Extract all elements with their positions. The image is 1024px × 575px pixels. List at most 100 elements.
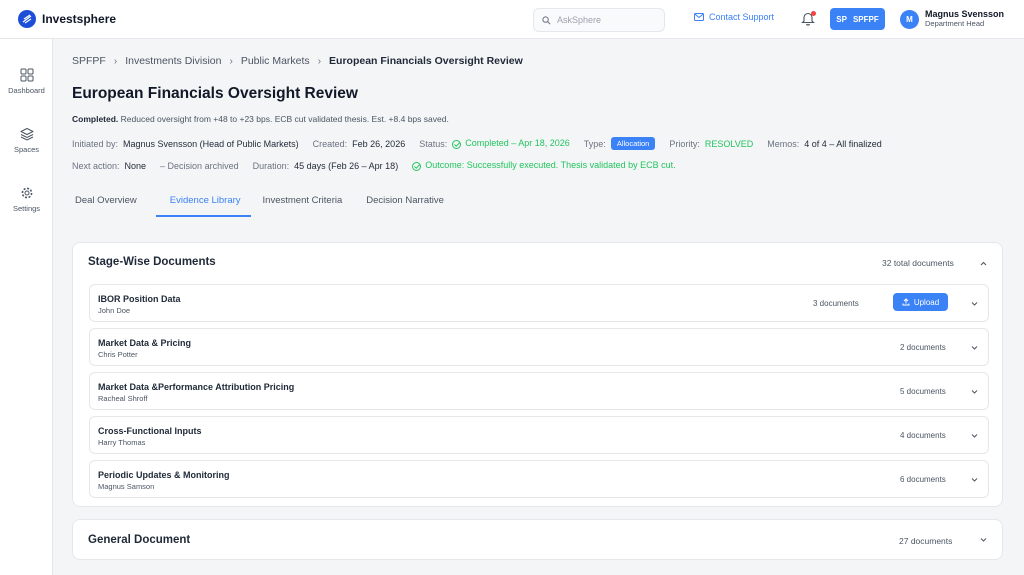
space-switcher-button[interactable]: SP SPFPF [830,8,885,30]
duration-value: 45 days (Feb 26 – Apr 18) [294,160,399,171]
top-header: Investsphere Contact Support SP SPFPF M … [0,0,1024,39]
breadcrumb-item[interactable]: Investments Division [125,55,221,67]
search-box[interactable] [533,8,665,32]
type-badge: Allocation [610,137,656,150]
summary-detail: Reduced oversight from +48 to +23 bps. E… [120,114,449,124]
breadcrumb-item[interactable]: Public Markets [241,55,310,67]
tab-evidence-library[interactable]: Evidence Library [155,193,251,217]
document-group-count: 3 documents [813,299,859,308]
upload-icon [902,298,910,306]
stage-wise-documents-card: Stage-Wise Documents 32 total documents … [72,242,1003,507]
next-action-label: Next action: [72,160,120,171]
contact-support-link[interactable]: Contact Support [694,12,774,22]
chevron-down-icon[interactable] [970,475,979,484]
created-value: Feb 26, 2026 [352,138,406,149]
next-action-value: None [124,160,147,171]
brand-name: Investsphere [42,12,117,26]
chevron-down-icon[interactable] [970,387,979,396]
avatar: M [900,9,919,29]
status-value: Completed – Apr 18, 2026 [452,138,570,149]
breadcrumb-separator-icon: › [317,55,322,67]
initiated-value: Magnus Svensson (Head of Public Markets) [123,138,299,149]
gear-icon [20,186,34,200]
breadcrumb-separator-icon: › [113,55,118,67]
duration-label: Duration: [252,160,290,171]
summary-text: Completed. Reduced oversight from +48 to… [72,114,449,124]
chevron-down-icon[interactable] [979,535,988,544]
status-label: Status: [419,138,448,149]
meta-row-secondary: Next action: None – Decision archived Du… [72,160,676,171]
breadcrumb-current: European Financials Oversight Review [329,55,523,67]
document-group-owner: John Doe [98,306,131,315]
priority-value: RESOLVED [704,138,754,149]
chevron-down-icon[interactable] [970,343,979,352]
tab-decision-narrative[interactable]: Decision Narrative [363,193,456,217]
document-group-title: Market Data &Performance Attribution Pri… [98,382,295,392]
mail-icon [694,13,704,21]
sidebar-item-spaces[interactable]: Spaces [0,127,53,154]
document-group-title: Periodic Updates & Monitoring [98,470,230,480]
breadcrumb-separator-icon: › [229,55,233,67]
search-input[interactable] [557,15,657,25]
document-group-title: IBOR Position Data [98,294,181,304]
document-group-owner: Racheal Shroff [98,394,148,403]
space-name: SPFPF [852,14,879,24]
chevron-down-icon[interactable] [970,431,979,440]
notification-dot [811,11,816,16]
sidebar-item-label: Dashboard [8,86,45,95]
notifications-button[interactable] [801,11,817,27]
check-circle-icon [452,140,462,149]
page-title: European Financials Oversight Review [72,85,358,102]
breadcrumb-item[interactable]: SPFPF [72,55,106,67]
layers-icon [20,127,34,141]
tab-bar: Deal Overview Evidence Library Investmen… [72,193,1003,217]
status-text: Completed – Apr 18, 2026 [465,138,570,148]
sidebar-item-dashboard[interactable]: Dashboard [0,68,53,95]
check-circle-icon [412,162,422,171]
document-group-row[interactable]: Market Data & Pricing Chris Potter 2 doc… [89,328,989,366]
outcome-note: Outcome: Successfully executed. Thesis v… [412,160,676,171]
document-group-row[interactable]: Cross-Functional Inputs Harry Thomas 4 d… [89,416,989,454]
general-documents-count: 27 documents [899,536,953,546]
sidebar-item-label: Spaces [13,145,40,154]
document-group-row[interactable]: Periodic Updates & Monitoring Magnus Sam… [89,460,989,498]
chevron-down-icon[interactable] [970,299,979,308]
meta-row-primary: Initiated by: Magnus Svensson (Head of P… [72,137,882,150]
memos-value: 4 of 4 – All finalized [804,138,882,149]
general-document-card[interactable]: General Document 27 documents [72,519,1003,560]
search-icon [542,15,551,25]
archived-note: – Decision archived [160,160,239,171]
sidebar-item-settings[interactable]: Settings [0,186,53,213]
brand-logo-icon [18,10,36,28]
created-label: Created: [312,138,348,149]
tab-deal-overview[interactable]: Deal Overview [72,193,149,217]
document-group-title: Cross-Functional Inputs [98,426,202,436]
grid-icon [20,68,34,82]
document-group-owner: Magnus Samson [98,482,155,491]
document-group-count: 2 documents [900,343,946,352]
document-group-count: 4 documents [900,431,946,440]
brand[interactable]: Investsphere [18,10,116,28]
document-group-row[interactable]: Market Data &Performance Attribution Pri… [89,372,989,410]
total-documents-count: 32 total documents [882,258,954,268]
space-initials: SP [836,14,847,24]
outcome-text: Outcome: Successfully executed. Thesis v… [425,160,676,170]
user-menu[interactable]: M Magnus Svensson Department Head [900,9,1004,29]
user-role: Department Head [925,19,985,28]
tab-investment-criteria[interactable]: Investment Criteria [260,193,355,217]
document-group-title: Market Data & Pricing [98,338,192,348]
breadcrumb: SPFPF › Investments Division › Public Ma… [72,55,523,67]
type-label: Type: [583,138,606,149]
card-title: Stage-Wise Documents [88,256,216,268]
document-group-count: 6 documents [900,475,946,484]
user-name: Magnus Svensson [925,9,1005,19]
upload-label: Upload [913,297,940,307]
document-group-owner: Harry Thomas [98,438,146,447]
document-group-row[interactable]: IBOR Position Data John Doe 3 documents … [89,284,989,322]
document-group-owner: Chris Potter [98,350,138,359]
contact-support-label: Contact Support [709,12,775,22]
chevron-up-icon[interactable] [979,259,988,268]
upload-button[interactable]: Upload [893,293,948,311]
sidebar: Dashboard Spaces Settings [0,39,53,575]
initiated-label: Initiated by: [72,138,119,149]
